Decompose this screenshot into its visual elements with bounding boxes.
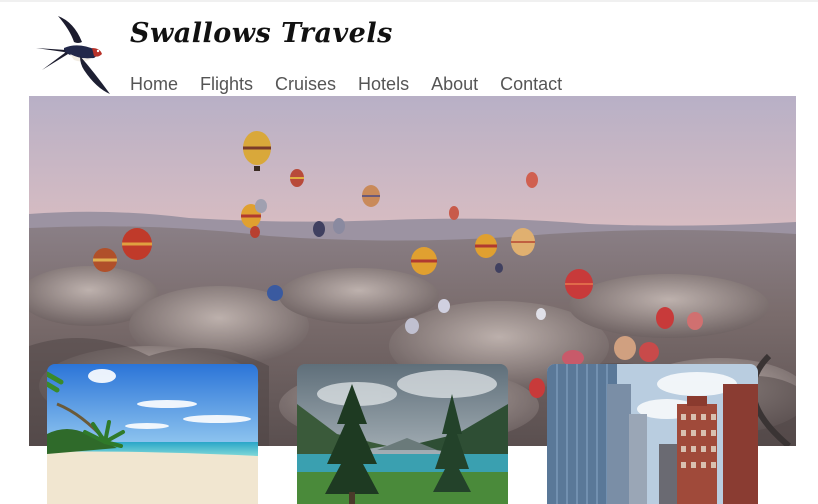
beach-image xyxy=(47,364,258,504)
nav-contact[interactable]: Contact xyxy=(500,74,562,95)
mountain-lake-image xyxy=(297,364,508,504)
nav-home[interactable]: Home xyxy=(130,74,178,95)
card-city[interactable] xyxy=(547,364,758,504)
nav-flights[interactable]: Flights xyxy=(200,74,253,95)
main-nav: Home Flights Cruises Hotels About Contac… xyxy=(130,74,584,95)
top-border xyxy=(0,0,818,2)
city-image xyxy=(547,364,758,504)
nav-about[interactable]: About xyxy=(431,74,478,95)
swallow-logo-icon[interactable] xyxy=(34,12,112,96)
card-mountain-lake[interactable] xyxy=(297,364,508,504)
site-title: Swallows Travels xyxy=(130,18,393,49)
nav-cruises[interactable]: Cruises xyxy=(275,74,336,95)
nav-hotels[interactable]: Hotels xyxy=(358,74,409,95)
card-beach[interactable] xyxy=(47,364,258,504)
